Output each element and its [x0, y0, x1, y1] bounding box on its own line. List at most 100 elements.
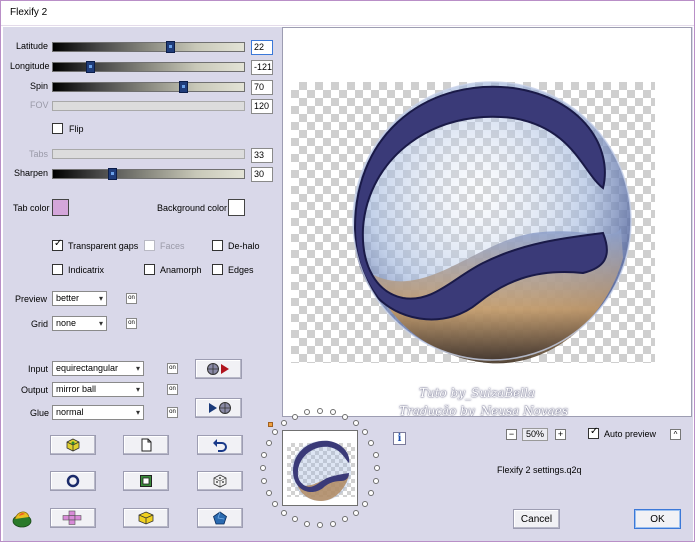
- fov-value: 120: [251, 99, 273, 114]
- latitude-slider[interactable]: [52, 41, 245, 53]
- preview-quality-value: better: [56, 293, 80, 303]
- indicatrix-checkbox[interactable]: [52, 264, 63, 275]
- flexify-window: Flexify 2 Latitude 22 Longitude -121 Spi…: [0, 0, 695, 542]
- sphere-shape-button[interactable]: [50, 471, 96, 491]
- glue-select[interactable]: normal ▾: [52, 405, 144, 420]
- latitude-slider-thumb[interactable]: [166, 41, 175, 53]
- flip-label: Flip: [69, 124, 84, 134]
- box-button[interactable]: [123, 508, 169, 528]
- magic-cube-icon: [66, 438, 80, 452]
- longitude-slider[interactable]: [52, 61, 245, 73]
- navigator-dot: [362, 429, 368, 435]
- edges-label: Edges: [228, 265, 254, 275]
- navigator-handle-icon[interactable]: [268, 422, 273, 427]
- sharpen-value[interactable]: 30: [251, 167, 273, 182]
- tab-color-label: Tab color: [13, 203, 50, 213]
- latitude-value[interactable]: 22: [251, 40, 273, 55]
- navigator-dot: [317, 408, 323, 414]
- collapse-button[interactable]: ^: [670, 429, 681, 440]
- navigator-dot: [261, 452, 267, 458]
- chevron-down-icon: ▾: [135, 364, 140, 373]
- input-mini-button[interactable]: on: [167, 363, 178, 374]
- navigator-dot: [272, 501, 278, 507]
- zoom-level: 50%: [522, 428, 548, 441]
- swap-to-output-button[interactable]: [195, 359, 242, 379]
- anamorph-label: Anamorph: [160, 265, 202, 275]
- navigator-dot: [272, 429, 278, 435]
- cross-layout-button[interactable]: [50, 508, 96, 528]
- frame-button[interactable]: [123, 471, 169, 491]
- title-bar[interactable]: Flexify 2: [1, 1, 694, 26]
- fov-label: FOV: [30, 100, 49, 110]
- preview-quality-select[interactable]: better ▾: [52, 291, 107, 306]
- arrow-globe-icon: [208, 402, 231, 414]
- spin-value[interactable]: 70: [251, 80, 273, 95]
- auto-preview-checkbox[interactable]: [588, 426, 599, 439]
- anamorph-checkbox[interactable]: [144, 264, 155, 275]
- sharpen-slider-thumb[interactable]: [108, 168, 117, 180]
- navigator-dot: [281, 420, 287, 426]
- pentagon-button[interactable]: [197, 508, 243, 528]
- longitude-value[interactable]: -121: [251, 60, 273, 75]
- window-title: Flexify 2: [10, 7, 48, 18]
- mirror-ball-preview-image: [352, 81, 632, 364]
- random-dice-button[interactable]: [197, 471, 243, 491]
- output-label: Output: [21, 385, 49, 395]
- chevron-down-icon: ▾: [98, 294, 103, 303]
- flip-checkbox[interactable]: [52, 123, 63, 134]
- navigator-dot: [373, 452, 379, 458]
- glue-mini-button[interactable]: on: [167, 407, 178, 418]
- transparent-gaps-label: Transparent gaps: [68, 241, 139, 251]
- edges-checkbox[interactable]: [212, 264, 223, 275]
- zoom-out-button[interactable]: −: [506, 429, 517, 440]
- zoom-in-button[interactable]: +: [555, 429, 566, 440]
- spin-slider[interactable]: [52, 81, 245, 93]
- navigator-dot: [368, 440, 374, 446]
- sharpen-slider[interactable]: [52, 168, 245, 180]
- latitude-label: Latitude: [16, 41, 49, 51]
- longitude-label: Longitude: [10, 61, 50, 71]
- swap-to-input-button[interactable]: [195, 398, 242, 418]
- navigator-thumbnail[interactable]: [282, 430, 358, 506]
- longitude-slider-thumb[interactable]: [86, 61, 95, 73]
- randomize-button[interactable]: [50, 435, 96, 455]
- flaming-pear-logo-icon: [12, 511, 32, 528]
- background-color-swatch[interactable]: [228, 199, 245, 216]
- de-halo-checkbox[interactable]: [212, 240, 223, 251]
- preview-pane[interactable]: Tuto by_SuizaBella Tradução by_Neusa Nov…: [282, 27, 692, 417]
- background-color-label: Background color: [157, 203, 228, 213]
- navigator-dot: [281, 510, 287, 516]
- sharpen-label: Sharpen: [14, 168, 49, 178]
- tab-color-swatch[interactable]: [52, 199, 69, 216]
- glue-value: normal: [56, 407, 84, 417]
- spin-slider-thumb[interactable]: [179, 81, 188, 93]
- grid-mini-button[interactable]: on: [126, 318, 137, 329]
- undo-button[interactable]: [197, 435, 243, 455]
- ok-button[interactable]: OK: [634, 509, 681, 529]
- faces-label: Faces: [160, 241, 185, 251]
- tabs-label: Tabs: [29, 149, 49, 159]
- navigator-dot: [304, 409, 310, 415]
- thumbnail-image: [291, 440, 351, 501]
- preview-quality-label: Preview: [15, 294, 48, 304]
- info-icon[interactable]: i: [393, 432, 406, 445]
- preview-mini-button[interactable]: on: [126, 293, 137, 304]
- yellow-box-icon: [138, 511, 154, 525]
- glue-label: Glue: [30, 408, 50, 418]
- tabs-value: 33: [251, 148, 273, 163]
- grid-label: Grid: [31, 319, 49, 329]
- de-halo-label: De-halo: [228, 241, 260, 251]
- dialog-client-area: Latitude 22 Longitude -121 Spin 70 FOV 1…: [3, 27, 693, 541]
- new-page-button[interactable]: [123, 435, 169, 455]
- tabs-slider: [52, 149, 245, 159]
- input-projection-select[interactable]: equirectangular ▾: [52, 361, 144, 376]
- output-mini-button[interactable]: on: [167, 384, 178, 395]
- input-projection-value: equirectangular: [56, 363, 119, 373]
- watermark-line-2: Tradução by_Neusa Novaes: [399, 404, 569, 417]
- cancel-button[interactable]: Cancel: [513, 509, 560, 529]
- navigator-dot: [342, 414, 348, 420]
- output-projection-select[interactable]: mirror ball ▾: [52, 382, 144, 397]
- pentagon-icon: [213, 511, 227, 525]
- transparent-gaps-checkbox[interactable]: [52, 238, 63, 251]
- grid-select[interactable]: none ▾: [52, 316, 107, 331]
